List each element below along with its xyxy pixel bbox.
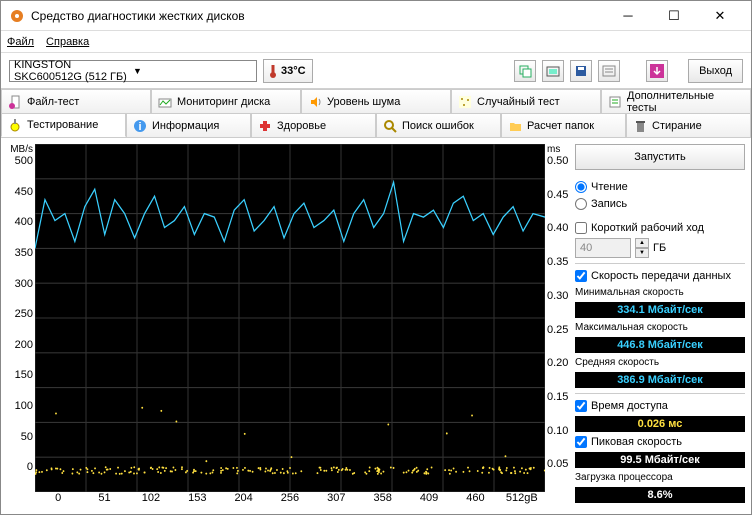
chevron-down-icon: ▼ — [133, 66, 252, 76]
transfer-check[interactable]: Скорость передачи данных — [575, 269, 745, 283]
device-select[interactable]: KINGSTON SKC600512G (512 ГБ) ▼ — [9, 60, 257, 82]
min-speed-label: Минимальная скорость — [575, 286, 745, 299]
minimize-button[interactable]: ─ — [605, 1, 651, 31]
peak-check[interactable]: Пиковая скорость — [575, 435, 745, 449]
svg-text:i: i — [138, 121, 141, 133]
screenshot-icon[interactable] — [542, 60, 564, 82]
tab-extra[interactable]: Дополнительные тесты — [601, 89, 751, 113]
peak-value: 99.5 Мбайт/сек — [575, 452, 745, 468]
cpu-label: Загрузка процессора — [575, 471, 745, 484]
avg-speed-label: Средняя скорость — [575, 356, 745, 369]
tab-file-test[interactable]: Файл-тест — [1, 89, 151, 113]
temperature-display: 33°C — [263, 59, 313, 83]
menu-file[interactable]: Файл — [7, 36, 34, 48]
access-check[interactable]: Время доступа — [575, 399, 745, 413]
tab-health[interactable]: Здоровье — [251, 113, 376, 137]
size-input: 40 — [575, 238, 631, 258]
options-icon[interactable] — [598, 60, 620, 82]
save-icon[interactable] — [570, 60, 592, 82]
y2-axis-label: ms — [545, 144, 569, 155]
tab-erase[interactable]: Стирание — [626, 113, 751, 137]
copy-icon[interactable] — [514, 60, 536, 82]
download-icon[interactable] — [646, 60, 668, 82]
run-button[interactable]: Запустить — [575, 144, 745, 170]
menu-help[interactable]: Справка — [46, 36, 89, 48]
device-label: KINGSTON SKC600512G (512 ГБ) — [14, 59, 133, 83]
read-radio[interactable]: Чтение — [575, 180, 745, 194]
max-speed-label: Максимальная скорость — [575, 321, 745, 334]
cpu-value: 8.6% — [575, 487, 745, 503]
size-up[interactable]: ▲ — [635, 238, 649, 248]
tab-errors[interactable]: Поиск ошибок — [376, 113, 501, 137]
access-value: 0.026 мс — [575, 416, 745, 432]
size-down[interactable]: ▼ — [635, 248, 649, 258]
maximize-button[interactable]: ☐ — [651, 1, 697, 31]
min-speed-value: 334.1 Мбайт/сек — [575, 302, 745, 318]
tab-random[interactable]: Случайный тест — [451, 89, 601, 113]
tab-monitoring[interactable]: Мониторинг диска — [151, 89, 301, 113]
window-title: Средство диагностики жестких дисков — [31, 9, 605, 23]
avg-speed-value: 386.9 Мбайт/сек — [575, 372, 745, 388]
exit-button[interactable]: Выход — [688, 59, 743, 83]
tab-noise[interactable]: Уровень шума — [301, 89, 451, 113]
y-axis-label: MB/s — [7, 144, 35, 155]
short-stroke-check[interactable]: Короткий рабочий ход — [575, 221, 745, 235]
app-icon — [9, 8, 25, 24]
tab-info[interactable]: iИнформация — [126, 113, 251, 137]
benchmark-chart: MB/s 500450400350300250200150100500 ms 0… — [7, 144, 569, 508]
close-button[interactable]: ✕ — [697, 1, 743, 31]
tab-testing[interactable]: Тестирование — [1, 113, 126, 137]
gb-label: ГБ — [653, 242, 666, 254]
write-radio[interactable]: Запись — [575, 197, 745, 211]
thermometer-icon — [268, 63, 278, 79]
max-speed-value: 446.8 Мбайт/сек — [575, 337, 745, 353]
tab-folders[interactable]: Расчет папок — [501, 113, 626, 137]
